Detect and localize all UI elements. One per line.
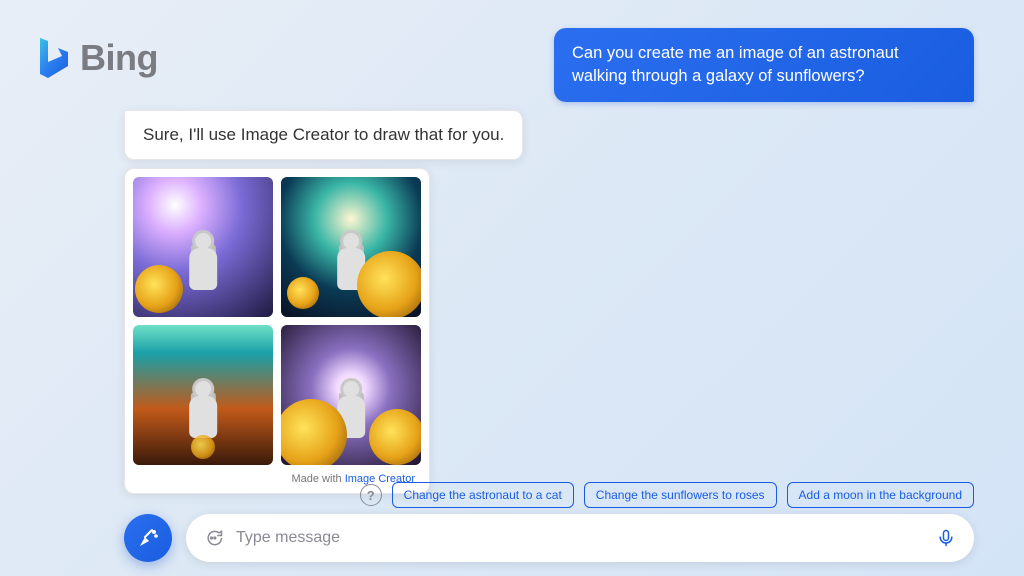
suggestion-row: ? Change the astronaut to a cat Change t… [360, 482, 974, 508]
microphone-icon[interactable] [936, 527, 956, 549]
new-topic-button[interactable] [124, 514, 172, 562]
image-grid [133, 177, 421, 465]
user-message-text: Can you create me an image of an astrona… [572, 44, 899, 85]
suggestion-chip-1[interactable]: Change the astronaut to a cat [392, 482, 574, 508]
compose-box[interactable] [186, 514, 974, 562]
bing-logo-text: Bing [80, 37, 158, 79]
broom-icon [136, 526, 160, 550]
generated-image-2[interactable] [281, 177, 421, 317]
attribution-prefix: Made with [291, 473, 344, 485]
user-message-bubble: Can you create me an image of an astrona… [554, 28, 974, 102]
composer-row [124, 514, 974, 562]
suggestion-chip-2[interactable]: Change the sunflowers to roses [584, 482, 777, 508]
image-results-card: Made with Image Creator [124, 168, 430, 494]
generated-image-1[interactable] [133, 177, 273, 317]
bing-logo-icon [34, 36, 72, 80]
bot-reply-text: Sure, I'll use Image Creator to draw tha… [143, 125, 504, 144]
generated-image-3[interactable] [133, 325, 273, 465]
message-input[interactable] [236, 529, 924, 547]
generated-image-4[interactable] [281, 325, 421, 465]
chat-icon [204, 528, 224, 548]
bing-logo[interactable]: Bing [34, 36, 158, 80]
help-icon[interactable]: ? [360, 484, 382, 506]
help-icon-glyph: ? [367, 488, 375, 503]
suggestion-chip-3[interactable]: Add a moon in the background [787, 482, 974, 508]
bot-reply-bubble: Sure, I'll use Image Creator to draw tha… [124, 110, 523, 160]
